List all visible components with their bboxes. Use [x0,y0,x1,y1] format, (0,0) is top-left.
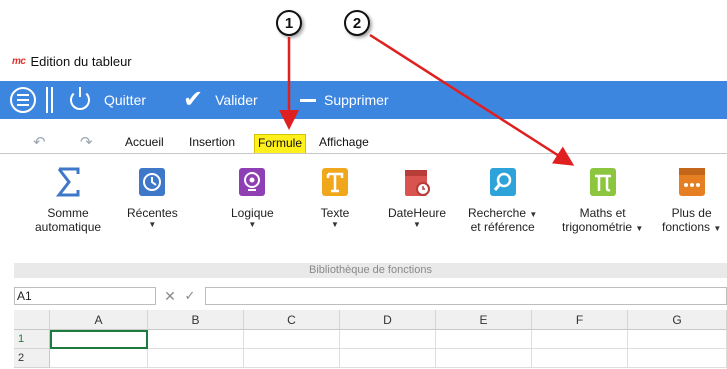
cell-e2[interactable] [436,349,532,368]
autosum-button[interactable]: Somme automatique [35,166,101,234]
chevron-down-icon: ▼ [529,210,538,219]
tab-formule[interactable]: Formule [254,134,307,153]
name-box[interactable]: A1 [14,287,156,305]
lookup-label-text: Recherche [468,206,527,220]
logic-label: Logique [231,206,274,220]
cancel-icon[interactable]: ✕ [161,287,179,305]
cell-a1[interactable] [50,330,148,349]
undo-icon[interactable]: ↶ [33,133,46,151]
pi-icon [588,166,618,198]
text-icon [320,166,350,198]
text-label: Texte [320,206,350,220]
menu-icon[interactable] [10,87,36,113]
validate-button[interactable]: ✔ Valider [183,81,258,119]
more-label-text: fonctions [662,220,711,234]
chevron-down-icon: ▼ [248,220,257,229]
ribbon-tabs: ↶ ↷ Accueil Insertion Formule Affichage [0,131,727,153]
lookup-label-1: Recherche ▼ [468,206,537,220]
validate-label: Valider [215,92,258,108]
separator [46,87,48,113]
text-functions-button[interactable]: Texte ▼ [320,166,350,230]
tab-insertion[interactable]: Insertion [186,134,238,153]
quit-button[interactable]: Quitter [70,81,146,119]
more-functions-button[interactable]: Plus de fonctions ▼ [662,166,721,234]
chevron-down-icon: ▼ [413,220,421,229]
recent-functions-button[interactable]: Récentes ▼ [127,166,178,230]
check-icon: ✔ [183,86,204,113]
math-label-text: trigonométrie [562,220,633,234]
ribbon-group-label: Bibliothèque de fonctions [14,263,727,278]
spreadsheet-grid: A B C D E F G 1 2 [14,310,727,369]
ribbon-panel: Somme automatique Récentes ▼ Logique ▼ T… [0,153,727,261]
cell-g1[interactable] [628,330,727,349]
row-header-1[interactable]: 1 [14,330,50,349]
column-header-f[interactable]: F [532,310,628,330]
math-trig-functions-button[interactable]: Maths et trigonométrie ▼ [562,166,643,234]
column-header-c[interactable]: C [244,310,340,330]
search-icon [488,166,518,198]
cell-f2[interactable] [532,349,628,368]
chevron-down-icon: ▼ [635,224,644,233]
quit-label: Quitter [104,92,147,108]
formula-bar: A1 ✕ ✓ [0,287,727,305]
datetime-label: DateHeure [388,206,447,220]
row-header-2[interactable]: 2 [14,349,50,368]
select-all-corner[interactable] [14,310,50,330]
math-label-2: trigonométrie ▼ [562,220,643,234]
logic-icon [237,166,267,198]
autosum-label-1: Somme [47,206,89,220]
chevron-down-icon: ▼ [713,224,722,233]
cell-g2[interactable] [628,349,727,368]
separator [51,87,53,113]
lookup-label-2: et référence [470,220,535,234]
lookup-functions-button[interactable]: Recherche ▼ et référence [468,166,537,234]
redo-icon[interactable]: ↷ [80,133,93,151]
confirm-icon[interactable]: ✓ [181,287,199,305]
delete-button[interactable]: Supprimer [300,81,389,119]
chevron-down-icon: ▼ [148,220,157,229]
sigma-icon [53,166,83,198]
datetime-functions-button[interactable]: DateHeure ▼ [388,166,446,230]
column-header-g[interactable]: G [628,310,727,330]
autosum-label-2: automatique [35,220,102,234]
column-header-a[interactable]: A [50,310,148,330]
minus-icon [300,98,316,102]
more-label-2: fonctions ▼ [662,220,721,234]
cell-d1[interactable] [340,330,436,349]
delete-label: Supprimer [324,92,389,108]
math-label-1: Maths et [579,206,626,220]
command-bar: Quitter ✔ Valider Supprimer [0,81,727,119]
power-icon [70,87,90,110]
callout-1: 1 [276,10,302,36]
cell-f1[interactable] [532,330,628,349]
recent-label: Récentes [127,206,178,220]
window-title: Edition du tableur [30,53,132,69]
formula-input[interactable] [205,287,727,305]
column-header-b[interactable]: B [148,310,244,330]
app-logo-icon: mc [12,55,26,67]
cell-c2[interactable] [244,349,340,368]
cell-b1[interactable] [148,330,244,349]
window-title-bar: mc Edition du tableur [12,52,132,70]
column-header-e[interactable]: E [436,310,532,330]
tab-accueil[interactable]: Accueil [122,134,167,153]
more-functions-icon [677,166,707,198]
logic-functions-button[interactable]: Logique ▼ [231,166,274,230]
cell-b2[interactable] [148,349,244,368]
tab-affichage[interactable]: Affichage [316,134,372,153]
column-header-d[interactable]: D [340,310,436,330]
datetime-icon [402,166,432,198]
cell-c1[interactable] [244,330,340,349]
chevron-down-icon: ▼ [331,220,339,229]
cell-d2[interactable] [340,349,436,368]
history-icon [137,166,167,198]
callout-2: 2 [344,10,370,36]
more-label-1: Plus de [671,206,712,220]
cell-e1[interactable] [436,330,532,349]
cell-a2[interactable] [50,349,148,368]
